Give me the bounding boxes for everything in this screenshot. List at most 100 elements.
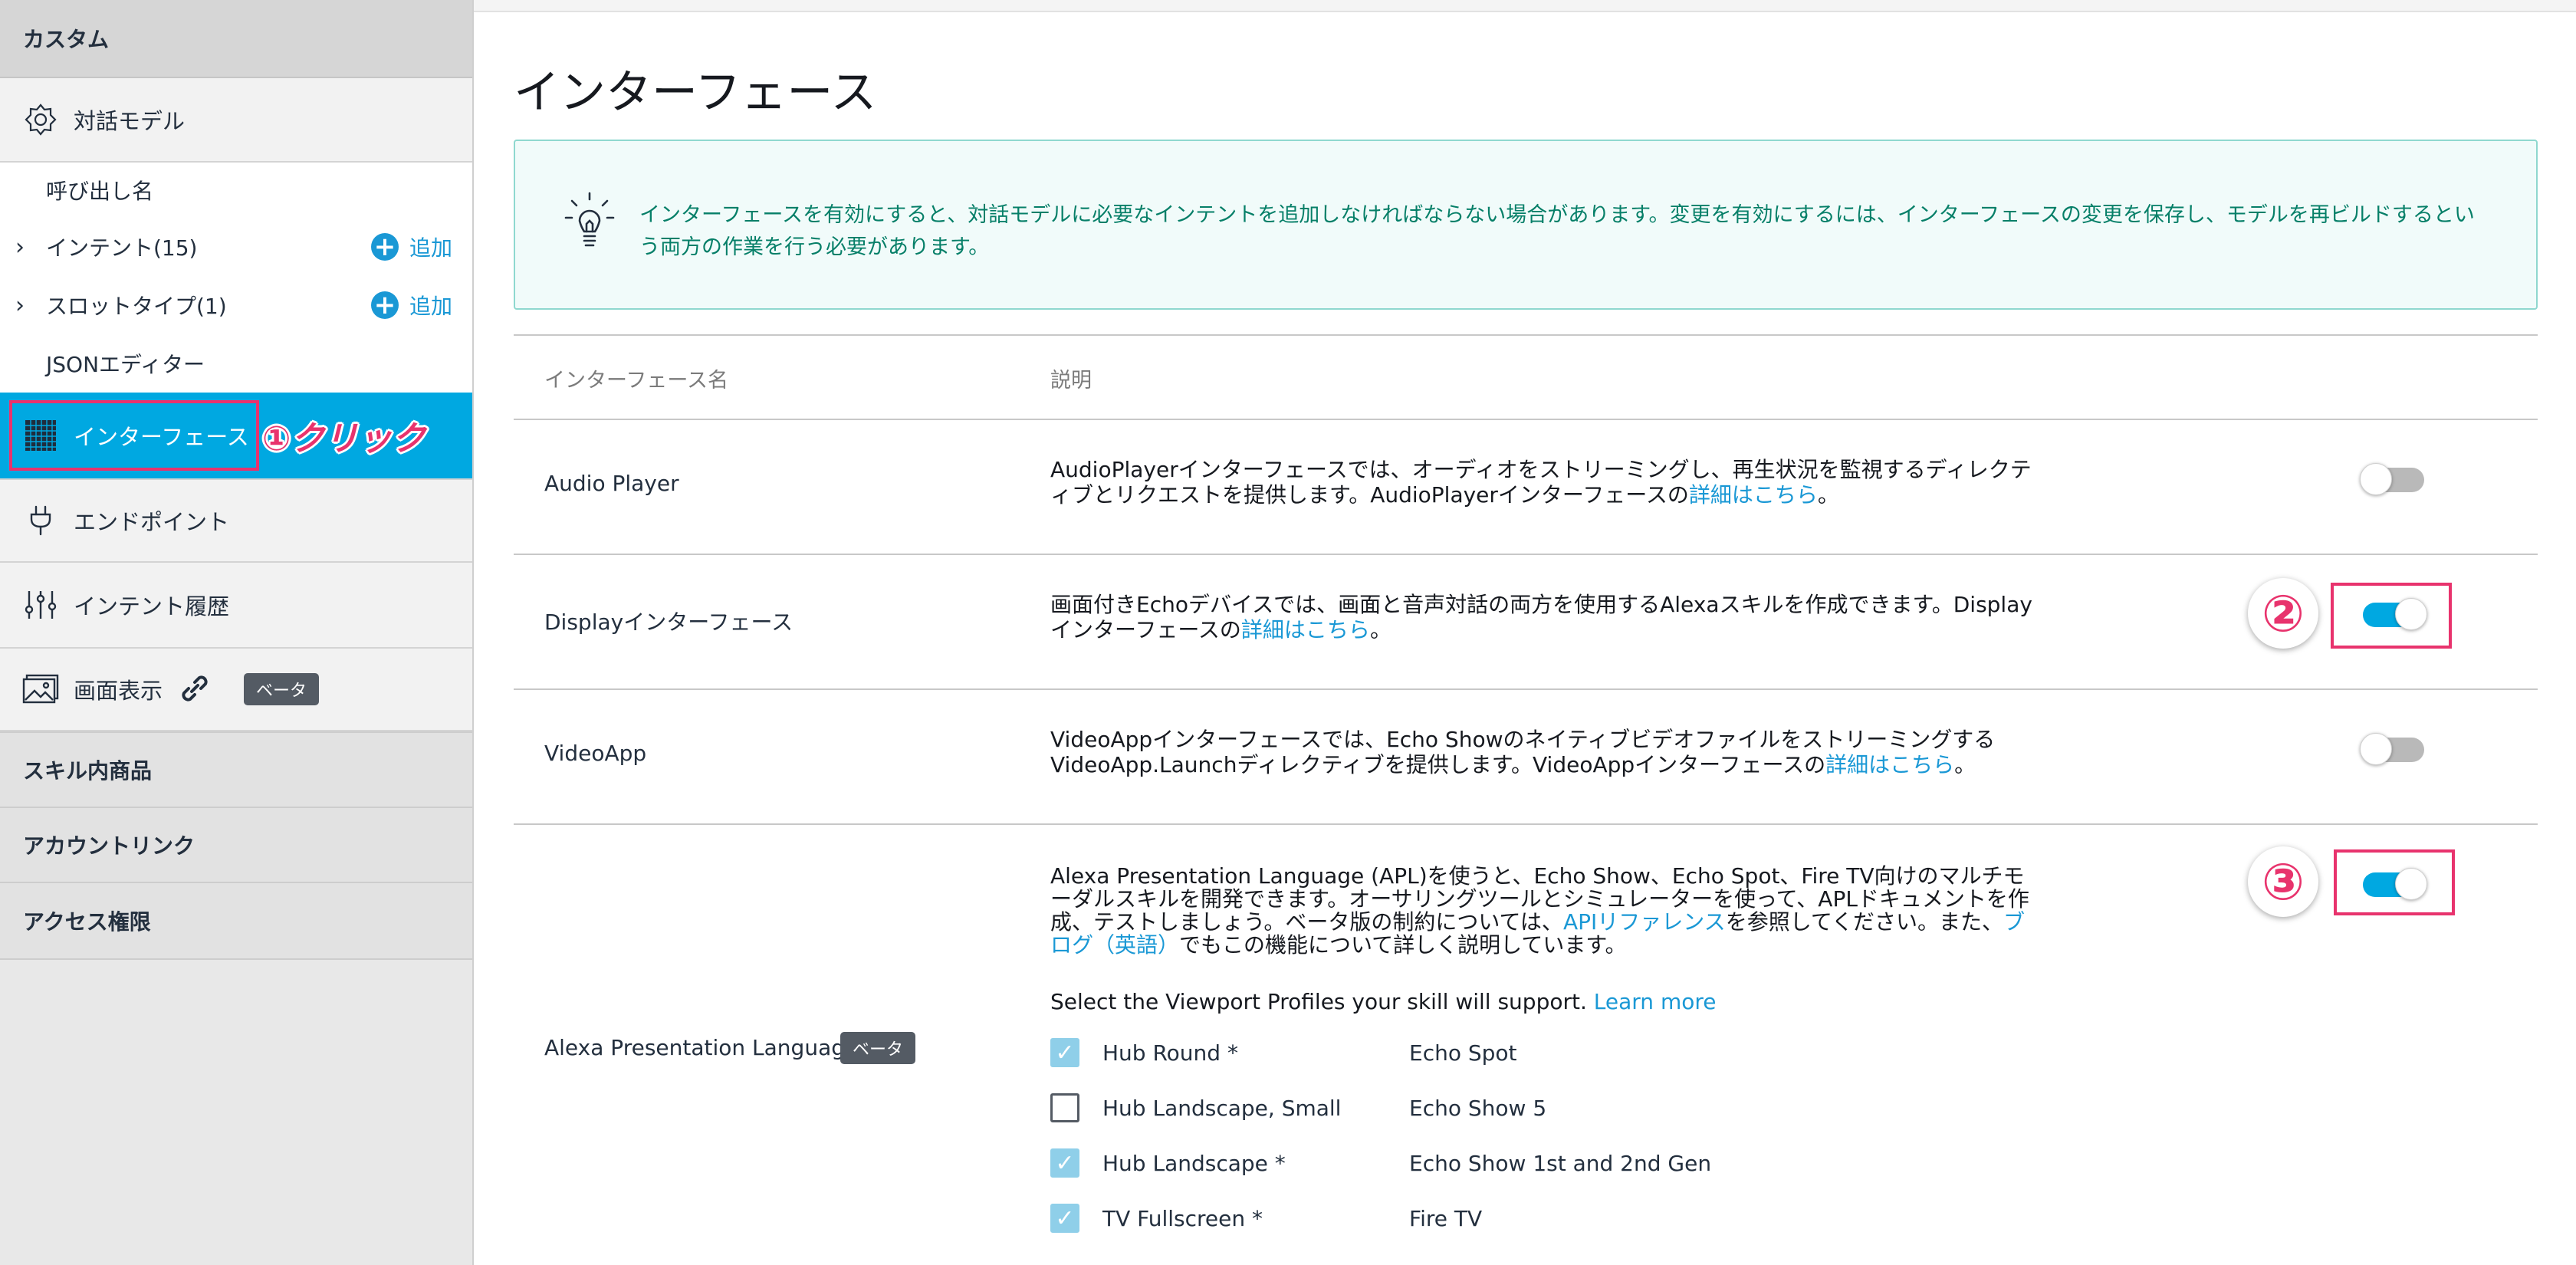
annotation-highlight-interfaces [9,400,259,471]
learn-more-link[interactable]: 詳細はこちら [1825,752,1954,777]
table-top-rule [514,334,2538,336]
nav-permissions-label: アクセス権限 [23,909,151,935]
beta-badge: ベータ [244,673,320,705]
plug-icon [21,501,60,540]
table-rule [514,688,2538,690]
row-description: 画面付きEchoデバイスでは、画面と音声対話の両方を使用するAlexaスキルを作… [1050,592,2039,642]
row-description-suffix: 。 [1369,617,1392,642]
nav-slot-types-label: スロットタイプ(1) [46,294,227,319]
add-slot-type-label: 追加 [409,294,453,319]
gear-icon [21,100,60,139]
annotation-step-3: ③ [2248,846,2318,917]
checkbox-checked[interactable]: ✓ [1050,1038,1079,1067]
top-bar [474,0,2576,12]
checkbox-unchecked[interactable] [1050,1093,1079,1122]
plus-icon: + [371,233,399,261]
annotation-highlight-display-toggle [2331,583,2452,649]
add-intent-button[interactable]: + 追加 [371,232,452,262]
table-rule [514,419,2538,420]
column-header-description: 説明 [1050,369,1092,393]
row-description-suffix: 。 [1817,482,1839,508]
nav-endpoint[interactable]: エンドポイント [0,478,472,563]
row-description-mid: を参照してください。また、 [1725,909,2004,935]
row-description-suffix: でもこの機能について詳しく説明しています。 [1179,932,1627,958]
image-icon [21,670,60,708]
table-rule [514,823,2538,825]
info-alert: インターフェースを有効にすると、対話モデルに必要なインテントを追加しなければなら… [514,140,2538,310]
add-intent-label: 追加 [409,235,453,261]
api-reference-link[interactable]: APIリファレンス [1563,909,1726,935]
viewport-option-hub-landscape[interactable]: ✓ Hub Landscape * Echo Show 1st and 2nd … [1050,1145,1711,1181]
plus-icon: + [371,291,399,319]
toggle-knob [2360,463,2392,495]
nav-account-linking-label: アカウントリンク [23,833,196,859]
checkbox-checked[interactable]: ✓ [1050,1148,1079,1178]
viewport-option-hub-round[interactable]: ✓ Hub Round * Echo Spot [1050,1035,1517,1070]
learn-more-link[interactable]: Learn more [1594,989,1717,1014]
learn-more-link[interactable]: 詳細はこちら [1241,617,1370,642]
viewport-device: Echo Show 5 [1409,1095,1547,1121]
sidebar: カスタム 対話モデル 呼び出し名 › インテント(15) + 追加 › スロット… [0,0,474,1265]
viewport-device: Echo Show 1st and 2nd Gen [1409,1150,1712,1176]
info-alert-text: インターフェースを有効にすると、対話モデルに必要なインテントを追加しなければなら… [639,203,2475,259]
nav-invocation-name[interactable]: 呼び出し名 [0,163,472,218]
annotation-click-label: ①クリック [262,419,426,458]
table-rule [514,554,2538,555]
row-description-suffix: 。 [1954,752,1976,777]
row-description-text: 画面付きEchoデバイスでは、画面と音声対話の両方を使用するAlexaスキルを作… [1050,592,2032,642]
row-description: VideoAppインターフェースでは、Echo Showのネイティブビデオファイ… [1050,727,2039,777]
nav-invocation-name-label: 呼び出し名 [46,179,154,204]
viewport-label: TV Fullscreen * [1102,1205,1263,1231]
nav-multimodal[interactable]: 画面表示 ベータ [0,649,472,731]
add-slot-type-button[interactable]: + 追加 [371,290,452,320]
chevron-right-icon[interactable]: › [15,292,25,319]
videoapp-toggle[interactable] [2360,733,2424,765]
viewport-option-tv-fullscreen[interactable]: ✓ TV Fullscreen * Fire TV [1050,1201,1482,1236]
section-custom[interactable]: カスタム [0,0,472,78]
nav-account-linking[interactable]: アカウントリンク [0,808,472,883]
nav-json-editor-label: JSONエディター [46,352,205,377]
lightbulb-icon [563,190,616,259]
row-name: Displayインターフェース [544,610,794,635]
nav-interaction-model-label: 対話モデル [74,108,186,134]
audio-player-toggle[interactable] [2360,463,2424,495]
page-title: インターフェース [514,66,877,120]
viewport-label: Hub Landscape * [1102,1150,1286,1176]
sliders-icon [21,586,60,624]
toggle-knob [2360,733,2392,765]
row-name: Audio Player [544,471,679,496]
annotation-step-2: ② [2248,578,2318,649]
column-header-name: インターフェース名 [544,369,729,393]
viewport-label: Hub Round * [1102,1040,1238,1066]
nav-json-editor[interactable]: JSONエディター [0,334,472,393]
viewport-label: Hub Landscape, Small [1102,1095,1342,1121]
section-custom-label: カスタム [23,27,110,52]
nav-in-skill-purchasing[interactable]: スキル内商品 [0,731,472,808]
nav-in-skill-purchasing-label: スキル内商品 [23,758,153,784]
nav-intent-history[interactable]: インテント履歴 [0,563,472,649]
nav-interaction-model[interactable]: 対話モデル [0,78,472,163]
link-icon[interactable] [178,672,212,711]
nav-intents-label: インテント(15) [46,235,198,261]
row-description: AudioPlayerインターフェースでは、オーディオをストリーミングし、再生状… [1050,457,2039,508]
viewport-device: Echo Spot [1409,1040,1517,1066]
row-description-text: AudioPlayerインターフェースでは、オーディオをストリーミングし、再生状… [1050,457,2032,508]
nav-endpoint-label: エンドポイント [74,509,230,535]
nav-slot-types[interactable]: › スロットタイプ(1) + 追加 [0,276,472,334]
nav-multimodal-label: 画面表示 [74,678,163,704]
nav-intent-history-label: インテント履歴 [74,593,230,619]
annotation-highlight-apl-toggle [2334,849,2455,915]
viewport-prompt-text: Select the Viewport Profiles your skill … [1050,989,1587,1014]
nav-permissions[interactable]: アクセス権限 [0,883,472,960]
row-name: VideoApp [544,741,647,766]
chevron-right-icon[interactable]: › [15,234,25,261]
apl-beta-badge: ベータ [840,1032,916,1064]
viewport-device: Fire TV [1409,1205,1483,1231]
row-name: Alexa Presentation Language [544,1035,859,1060]
viewport-option-hub-landscape-small[interactable]: Hub Landscape, Small Echo Show 5 [1050,1090,1546,1125]
viewport-prompt: Select the Viewport Profiles your skill … [1050,989,2039,1014]
row-description: Alexa Presentation Language (APL)を使うと、Ec… [1050,865,2039,957]
nav-intents[interactable]: › インテント(15) + 追加 [0,218,472,276]
checkbox-checked[interactable]: ✓ [1050,1204,1079,1233]
learn-more-link[interactable]: 詳細はこちら [1689,482,1818,508]
